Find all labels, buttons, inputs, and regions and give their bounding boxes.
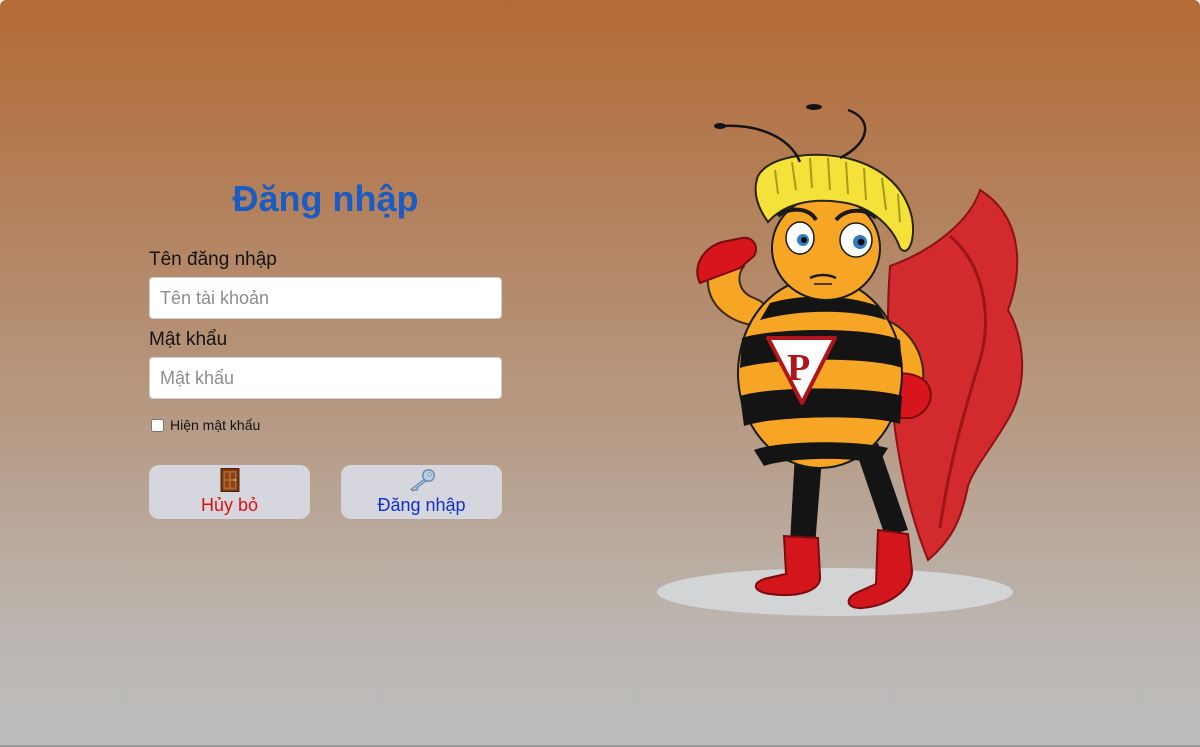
svg-text:P: P (787, 347, 810, 389)
username-label: Tên đăng nhập (149, 249, 277, 270)
login-label: Đăng nhập (377, 495, 466, 515)
show-password-row: Hiện mật khẩu (151, 417, 502, 433)
cancel-button[interactable]: Hủy bỏ (149, 465, 310, 519)
cancel-label: Hủy bỏ (200, 495, 259, 515)
username-input[interactable] (149, 277, 502, 319)
show-password-checkbox[interactable] (151, 418, 164, 432)
login-form: Đăng nhập Tên đăng nhập Mật khẩu Hiện mậ… (149, 175, 502, 519)
door-icon (220, 468, 240, 492)
page-title: Đăng nhập (232, 178, 419, 219)
password-input[interactable] (149, 357, 502, 399)
button-row: Hủy bỏ Đăng nhập (149, 465, 502, 519)
bee-superhero-mascot-image: P (650, 98, 1030, 628)
password-label: Mật khẩu (149, 329, 228, 350)
key-icon (408, 468, 436, 492)
login-window: Đăng nhập Tên đăng nhập Mật khẩu Hiện mậ… (0, 0, 1200, 747)
show-password-label: Hiện mật khẩu (170, 417, 261, 433)
login-button[interactable]: Đăng nhập (341, 465, 502, 519)
